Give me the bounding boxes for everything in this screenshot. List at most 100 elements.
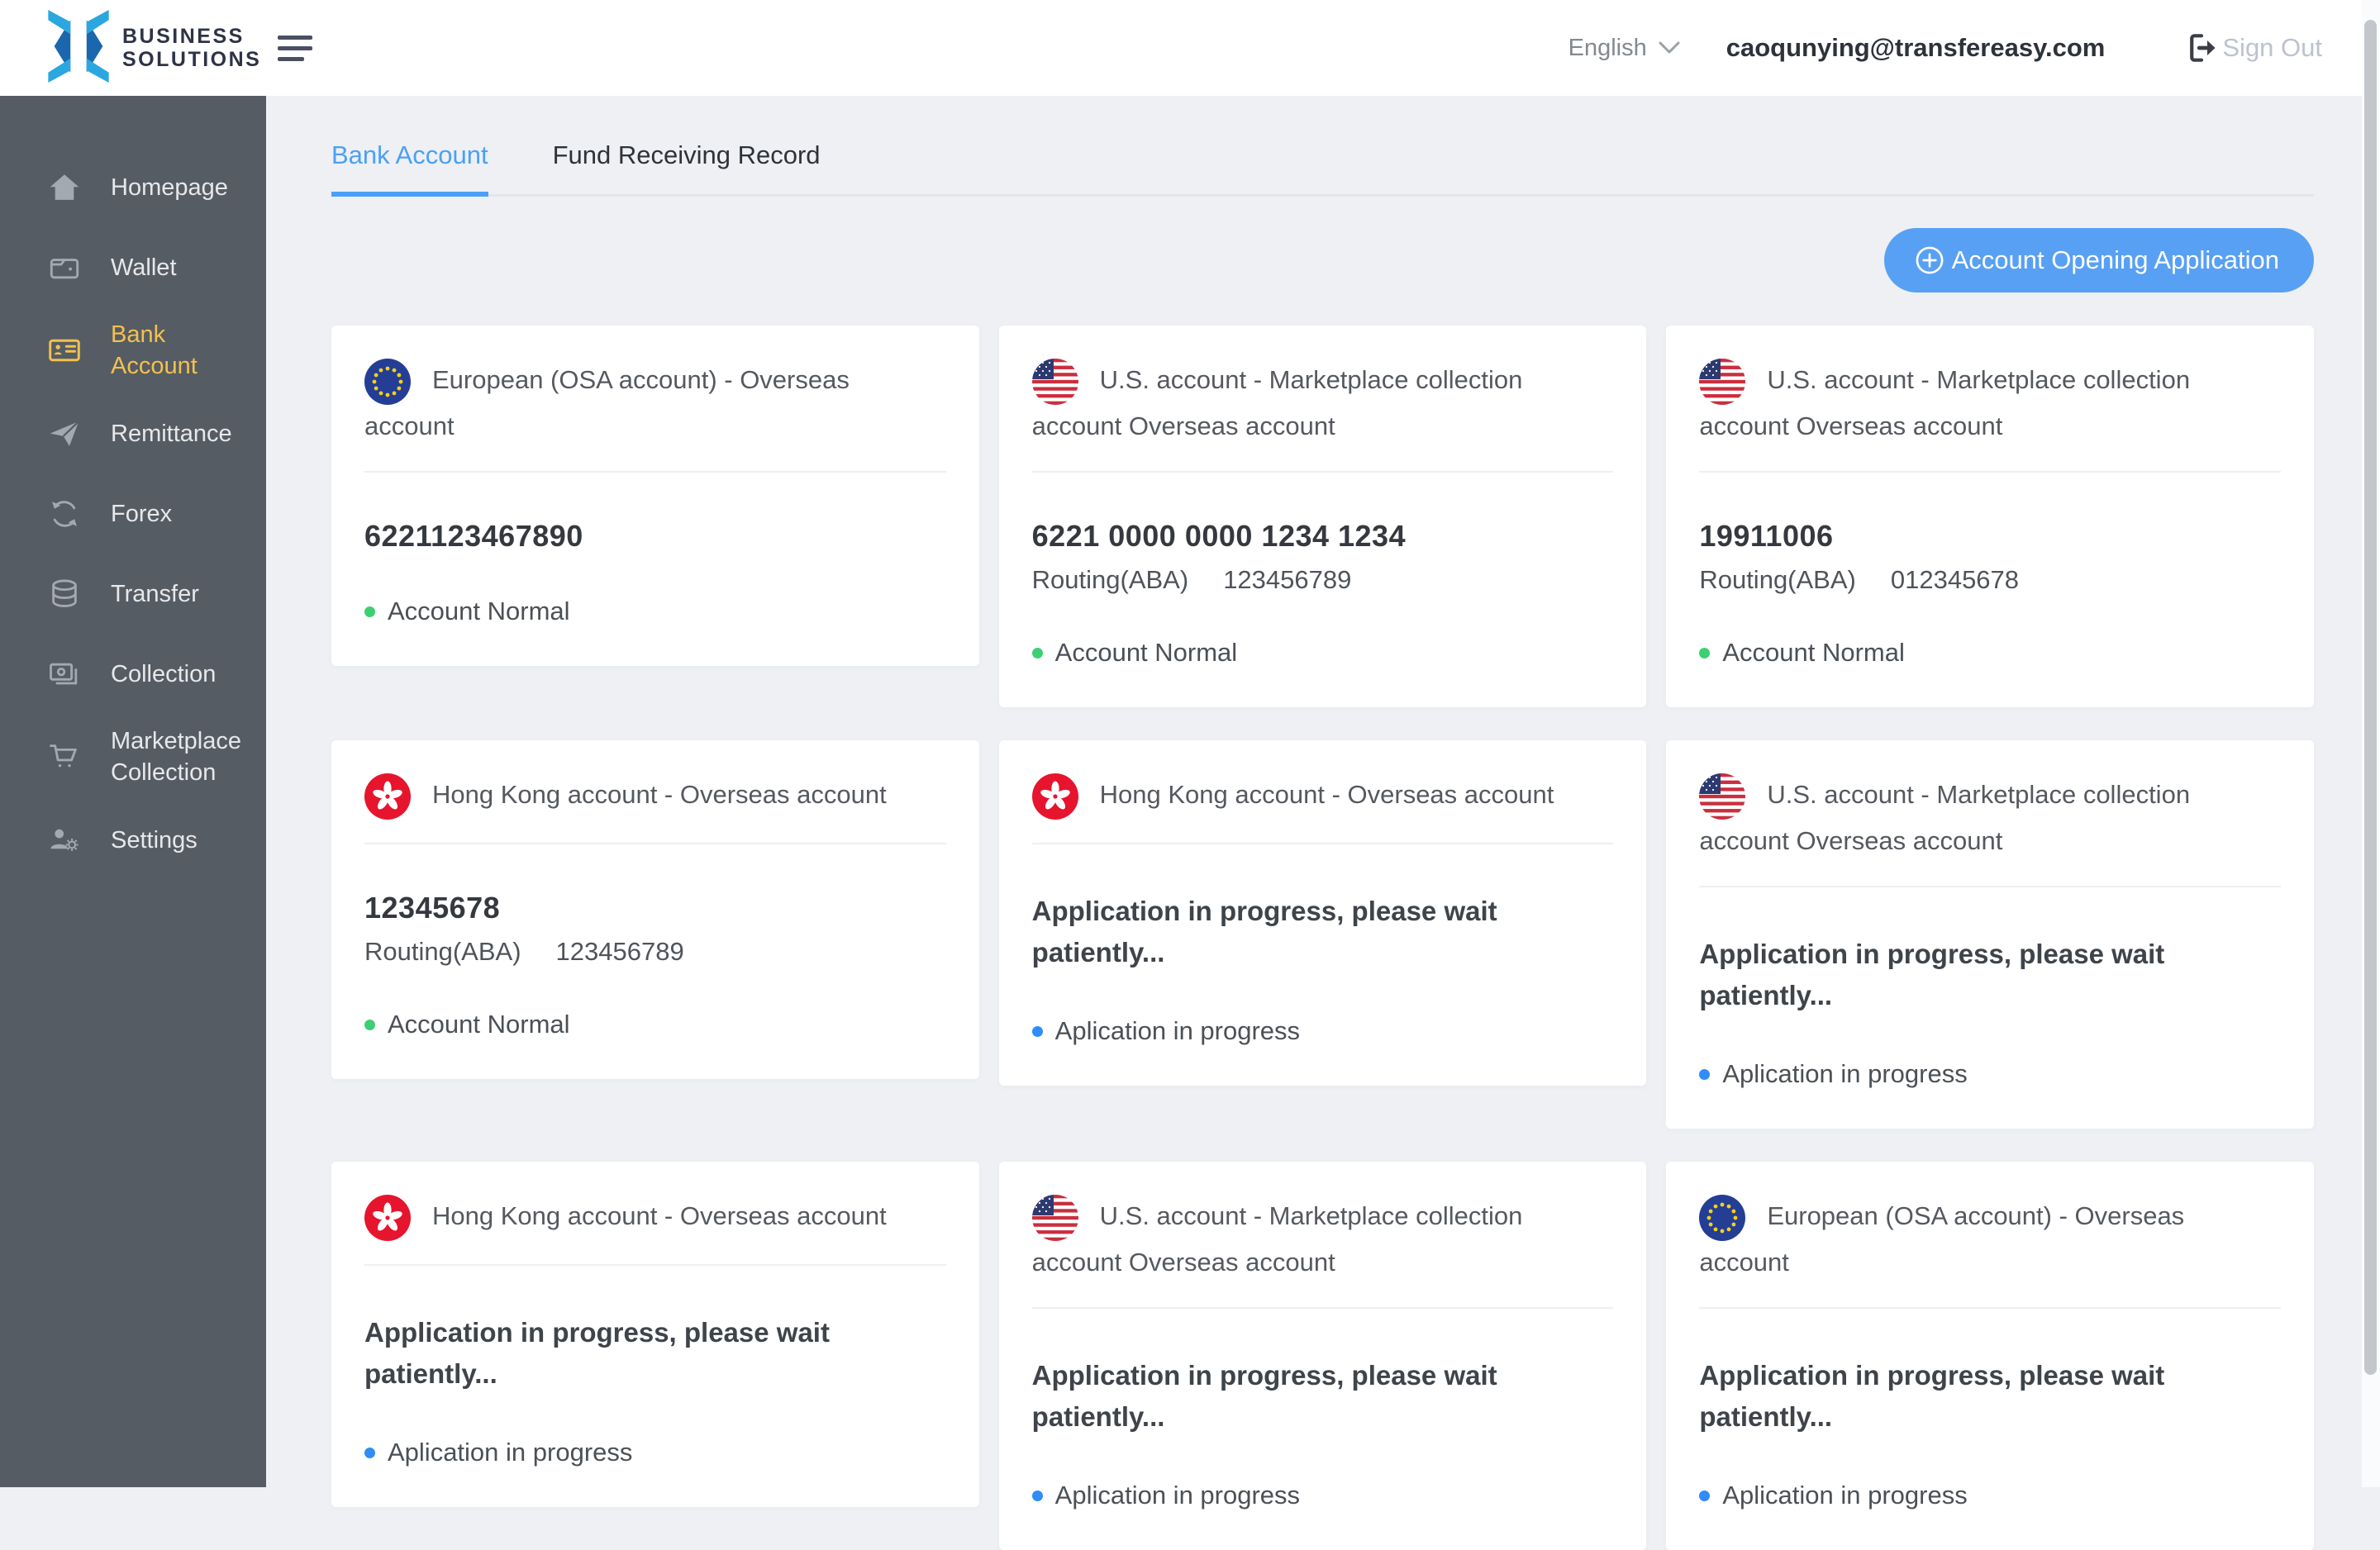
card-divider	[1699, 471, 2281, 473]
sidebar-item-label: Homepage	[111, 172, 228, 203]
account-status: Aplication in progress	[1032, 1016, 1614, 1046]
account-number: 19911006	[1699, 519, 2281, 554]
us-flag-icon	[1699, 359, 1745, 405]
account-status: Account Normal	[364, 1010, 946, 1039]
sidebar: Homepage Wallet Bank Account Remittance …	[0, 96, 266, 1487]
routing-row: Routing(ABA) 012345678	[1699, 565, 2281, 595]
sidebar-item-collection[interactable]: Collection	[0, 634, 266, 714]
scrollbar-track[interactable]	[2362, 0, 2380, 1487]
account-card-7: Hong Kong account - Overseas account App…	[331, 1162, 979, 1507]
us-flag-icon	[1032, 359, 1078, 405]
status-dot-icon	[364, 1448, 375, 1458]
collection-icon	[46, 656, 83, 692]
us-flag-icon	[1699, 773, 1745, 820]
paper-plane-icon	[46, 416, 83, 452]
account-card-2: U.S. account - Marketplace collection ac…	[999, 326, 1647, 707]
status-text: Aplication in progress	[1055, 1016, 1300, 1046]
account-number: 12345678	[364, 891, 946, 925]
menu-icon[interactable]	[278, 36, 312, 61]
sidebar-item-marketplace-collection[interactable]: Marketplace Collection	[0, 714, 266, 800]
account-card-6: U.S. account - Marketplace collection ac…	[1666, 740, 2314, 1129]
account-opening-application-label: Account Opening Application	[1952, 245, 2279, 275]
account-card-title: U.S. account - Marketplace collection ac…	[1032, 1195, 1614, 1284]
cart-icon	[46, 739, 83, 775]
account-card-title: European (OSA account) - Overseas accoun…	[364, 359, 946, 448]
sidebar-item-label: Bank Account	[111, 319, 250, 382]
account-status: Account Normal	[364, 597, 946, 626]
account-opening-application-button[interactable]: Account Opening Application	[1884, 228, 2314, 292]
card-divider	[1699, 1307, 2281, 1309]
hk-flag-icon	[364, 1195, 411, 1241]
status-dot-icon	[1699, 648, 1710, 659]
card-divider	[1699, 886, 2281, 887]
account-card-title: Hong Kong account - Overseas account	[364, 1195, 946, 1241]
routing-row: Routing(ABA) 123456789	[364, 937, 946, 967]
sidebar-item-transfer[interactable]: Transfer	[0, 554, 266, 634]
status-dot-icon	[364, 606, 375, 617]
wallet-icon	[46, 250, 83, 286]
hk-flag-icon	[1032, 773, 1078, 820]
account-card-title: Hong Kong account - Overseas account	[364, 773, 946, 820]
flag-icon	[1699, 773, 1745, 820]
card-divider	[364, 471, 946, 473]
application-message: Application in progress, please wait pat…	[364, 1312, 946, 1395]
card-divider	[1032, 471, 1614, 473]
forex-icon	[46, 496, 83, 532]
sidebar-item-label: Forex	[111, 498, 172, 530]
sign-out-button[interactable]: Sign Out	[2184, 31, 2322, 65]
sidebar-item-label: Settings	[111, 825, 198, 856]
flag-icon	[1699, 359, 1745, 405]
status-dot-icon	[364, 1020, 375, 1030]
sidebar-item-label: Wallet	[111, 252, 177, 283]
account-status: Aplication in progress	[1699, 1481, 2281, 1510]
account-card-title: U.S. account - Marketplace collection ac…	[1699, 359, 2281, 448]
account-card-4: Hong Kong account - Overseas account 123…	[331, 740, 979, 1079]
routing-value: 123456789	[556, 937, 684, 967]
routing-label: Routing(ABA)	[364, 937, 521, 967]
language-selector[interactable]: English	[1568, 35, 1680, 62]
flag-icon	[364, 1195, 411, 1241]
sidebar-item-bank-account[interactable]: Bank Account	[0, 307, 266, 393]
sidebar-item-forex[interactable]: Forex	[0, 473, 266, 554]
scrollbar-thumb[interactable]	[2364, 20, 2377, 1375]
bank-account-icon	[46, 332, 83, 368]
account-status: Account Normal	[1032, 638, 1614, 668]
card-divider	[1032, 843, 1614, 844]
account-status: Aplication in progress	[364, 1438, 946, 1467]
account-number: 6221 0000 0000 1234 1234	[1032, 519, 1614, 554]
tab-bar: Bank Account Fund Receiving Record	[331, 140, 2314, 197]
account-card-8: U.S. account - Marketplace collection ac…	[999, 1162, 1647, 1550]
hk-flag-icon	[364, 773, 411, 820]
status-text: Account Normal	[1722, 638, 1905, 668]
coins-icon	[46, 576, 83, 612]
sidebar-item-label: Remittance	[111, 418, 232, 449]
status-dot-icon	[1032, 1026, 1043, 1037]
flag-icon	[1032, 773, 1078, 820]
status-text: Account Normal	[388, 1010, 570, 1039]
status-dot-icon	[1032, 1491, 1043, 1501]
main-content: Bank Account Fund Receiving Record Accoun…	[266, 96, 2380, 1487]
brand-logo: BUSINESS SOLUTIONS	[0, 10, 312, 87]
user-email: caoqunying@transfereasy.com	[1726, 33, 2106, 63]
sidebar-item-homepage[interactable]: Homepage	[0, 147, 266, 227]
account-number: 6221123467890	[364, 519, 946, 554]
account-card-5: Hong Kong account - Overseas account App…	[999, 740, 1647, 1086]
sign-out-icon	[2184, 31, 2219, 65]
status-text: Account Normal	[1055, 638, 1238, 668]
status-text: Account Normal	[388, 597, 570, 626]
sidebar-item-wallet[interactable]: Wallet	[0, 227, 266, 307]
eu-flag-icon	[364, 359, 411, 405]
routing-row: Routing(ABA) 123456789	[1032, 565, 1614, 595]
account-card-title: Hong Kong account - Overseas account	[1032, 773, 1614, 820]
account-cards-grid: European (OSA account) - Overseas accoun…	[331, 326, 2314, 1550]
sidebar-item-settings[interactable]: Settings	[0, 800, 266, 880]
card-divider	[364, 1264, 946, 1266]
flag-icon	[1032, 1195, 1078, 1241]
account-status: Aplication in progress	[1699, 1059, 2281, 1089]
account-card-title: European (OSA account) - Overseas accoun…	[1699, 1195, 2281, 1284]
status-dot-icon	[1699, 1069, 1710, 1080]
tab-bank-account[interactable]: Bank Account	[331, 140, 488, 197]
sidebar-item-remittance[interactable]: Remittance	[0, 393, 266, 473]
application-message: Application in progress, please wait pat…	[1699, 934, 2281, 1016]
tab-fund-receiving-record[interactable]: Fund Receiving Record	[553, 140, 821, 197]
